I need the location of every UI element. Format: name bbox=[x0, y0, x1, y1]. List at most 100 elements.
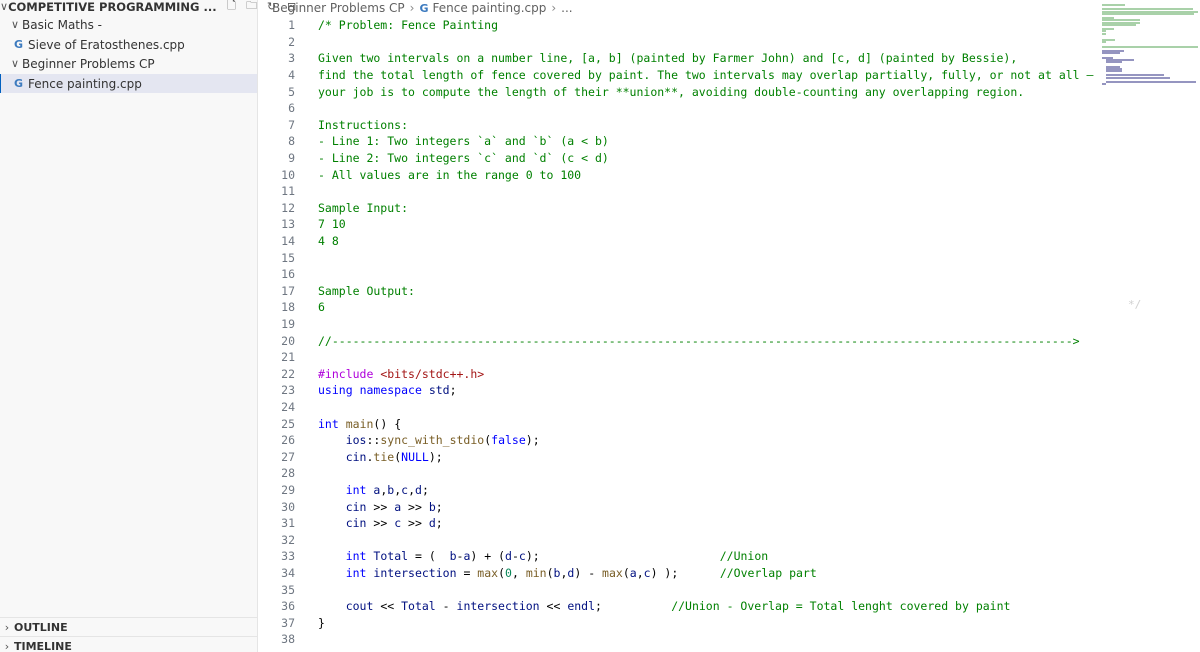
code-line: 28 bbox=[258, 465, 295, 482]
line-text: using namespace std; bbox=[318, 383, 457, 398]
code-line: 25 int main() { bbox=[258, 415, 401, 432]
minimap[interactable] bbox=[1098, 4, 1200, 94]
line-text: Instructions: bbox=[318, 117, 409, 132]
code-editor[interactable]: 1/* Problem: Fence Painting 2 3 Given two i… bbox=[258, 16, 1200, 652]
code-line: 37} bbox=[258, 615, 325, 632]
line-number: 38 bbox=[281, 632, 295, 647]
line-text: 4 8 bbox=[318, 234, 339, 249]
line-number: 25 bbox=[281, 416, 295, 431]
line-number: 27 bbox=[281, 449, 295, 464]
minimap-line bbox=[1105, 76, 1171, 79]
explorer-sidebar: ∨ COMPETITIVE PROGRAMMING ... 🗋 🗀 ↻ ⊟ ∨ … bbox=[0, 0, 296, 652]
code-line: 12 Sample Input: bbox=[258, 200, 408, 217]
line-number: 28 bbox=[281, 466, 295, 481]
line-number: 13 bbox=[281, 217, 295, 232]
line-number: 31 bbox=[281, 516, 295, 531]
line-text: ios::sync_with_stdio(false); bbox=[345, 433, 540, 448]
code-line: 14 4 8 bbox=[258, 233, 339, 250]
line-text: find the total length of fence covered b… bbox=[318, 68, 1094, 83]
code-line: 34 int intersection = max(0, min(b,d) - … bbox=[258, 565, 817, 582]
line-number: 30 bbox=[281, 499, 295, 514]
code-line: 15 bbox=[258, 249, 295, 266]
code-line: 18 6 bbox=[258, 299, 325, 316]
line-number: 1 bbox=[288, 18, 295, 33]
code-line: 19 bbox=[258, 316, 295, 333]
line-number: 4 bbox=[288, 68, 295, 83]
folder-label: Basic Maths - bbox=[22, 17, 102, 32]
folder-basic-maths[interactable]: ∨ Basic Maths - bbox=[0, 15, 257, 34]
folder-beginner-problems-cp[interactable]: ∨ Beginner Problems CP bbox=[0, 54, 257, 73]
line-text: cin.tie(NULL); bbox=[345, 449, 443, 464]
minimap-line bbox=[1102, 12, 1194, 15]
minimap-line bbox=[1102, 41, 1106, 44]
code-line: 35 bbox=[258, 581, 295, 598]
minimap-line bbox=[1102, 4, 1126, 6]
code-line: 3 Given two intervals on a number line, [… bbox=[258, 50, 1017, 67]
code-line: 32 bbox=[258, 532, 295, 549]
minimap-line bbox=[1102, 83, 1106, 86]
file-sieve-of-eratosthenes[interactable]: G Sieve of Eratosthenes.cpp bbox=[0, 35, 257, 54]
breadcrumb-folder[interactable]: Beginner Problems CP bbox=[272, 1, 405, 15]
new-folder-icon[interactable]: 🗀 bbox=[245, 0, 259, 16]
code-line: 24 bbox=[258, 399, 295, 416]
line-number: 23 bbox=[281, 383, 295, 398]
minimap-line bbox=[1102, 52, 1120, 55]
breadcrumb-more[interactable]: ... bbox=[561, 1, 572, 15]
code-line: 31 cin >> c >> d; bbox=[258, 515, 443, 532]
new-file-icon[interactable]: 🗋 bbox=[225, 0, 239, 16]
line-number: 32 bbox=[281, 532, 295, 547]
minimap-line bbox=[1102, 32, 1106, 35]
line-number: 5 bbox=[288, 84, 295, 99]
minimap-line bbox=[1102, 23, 1137, 26]
chevron-right-icon: › bbox=[551, 1, 557, 15]
code-line: 21 bbox=[258, 349, 295, 366]
line-text: 7 10 bbox=[318, 217, 346, 232]
code-line: 8 - Line 1: Two integers `a` and `b` (a <… bbox=[258, 133, 609, 150]
outline-section[interactable]: › OUTLINE bbox=[0, 617, 257, 636]
line-text: int Total = ( b-a) + (d-c); //Union bbox=[345, 549, 769, 564]
line-number: 21 bbox=[281, 350, 295, 365]
explorer-root-folder[interactable]: ∨ COMPETITIVE PROGRAMMING ... 🗋 🗀 ↻ ⊟ bbox=[0, 0, 296, 16]
line-number: 9 bbox=[288, 151, 295, 166]
cpp-file-icon: G bbox=[419, 1, 429, 15]
line-number: 20 bbox=[281, 333, 295, 348]
code-line: 2 bbox=[258, 34, 295, 51]
code-line: 4 find the total length of fence covered … bbox=[258, 67, 1093, 84]
cpp-file-icon: G bbox=[14, 38, 24, 51]
code-line: 9 - Line 2: Two integers `c` and `d` (c <… bbox=[258, 150, 609, 167]
faded-comment-end: */ bbox=[1128, 298, 1142, 311]
line-number: 11 bbox=[281, 184, 295, 199]
line-number: 29 bbox=[281, 483, 295, 498]
code-line: 23 using namespace std; bbox=[258, 382, 456, 399]
file-label: Sieve of Eratosthenes.cpp bbox=[28, 37, 185, 52]
line-number: 6 bbox=[288, 101, 295, 116]
folder-label: Beginner Problems CP bbox=[22, 56, 155, 71]
line-text: your job is to compute the length of the… bbox=[318, 84, 1025, 99]
line-number: 17 bbox=[281, 283, 295, 298]
code-line: 5 your job is to compute the length of th… bbox=[258, 83, 1024, 100]
code-line: 22 #include <bits/stdc++.h> bbox=[258, 366, 484, 383]
line-number: 22 bbox=[281, 366, 295, 381]
line-number: 10 bbox=[281, 167, 295, 182]
breadcrumb-file[interactable]: Fence painting.cpp bbox=[433, 1, 547, 15]
minimap-line bbox=[1105, 61, 1122, 64]
line-text: cout << Total - intersection << endl; //… bbox=[345, 599, 1011, 614]
code-line: 20 //------------------------------------… bbox=[258, 332, 1079, 349]
code-line: 36 cout << Total - intersection << endl;… bbox=[258, 598, 1010, 615]
minimap-line bbox=[1102, 45, 1198, 48]
explorer-root-label: COMPETITIVE PROGRAMMING ... bbox=[8, 0, 217, 14]
line-number: 37 bbox=[281, 615, 295, 630]
file-fence-painting[interactable]: G Fence painting.cpp bbox=[0, 74, 257, 93]
code-line: 30 cin >> a >> b; bbox=[258, 498, 443, 515]
code-line: 29 int a,b,c,d; bbox=[258, 482, 429, 499]
outline-label: OUTLINE bbox=[14, 620, 68, 634]
line-text: Sample Output: bbox=[318, 283, 415, 298]
code-line: 26 ios::sync_with_stdio(false); bbox=[258, 432, 539, 449]
line-text: } bbox=[318, 615, 325, 630]
line-number: 15 bbox=[281, 250, 295, 265]
line-text: - Line 1: Two integers `a` and `b` (a < … bbox=[318, 134, 609, 149]
timeline-section[interactable]: › TIMELINE bbox=[0, 636, 257, 652]
line-text: //--------------------------------------… bbox=[318, 333, 1080, 348]
line-number: 18 bbox=[281, 300, 295, 315]
line-number: 16 bbox=[281, 267, 295, 282]
